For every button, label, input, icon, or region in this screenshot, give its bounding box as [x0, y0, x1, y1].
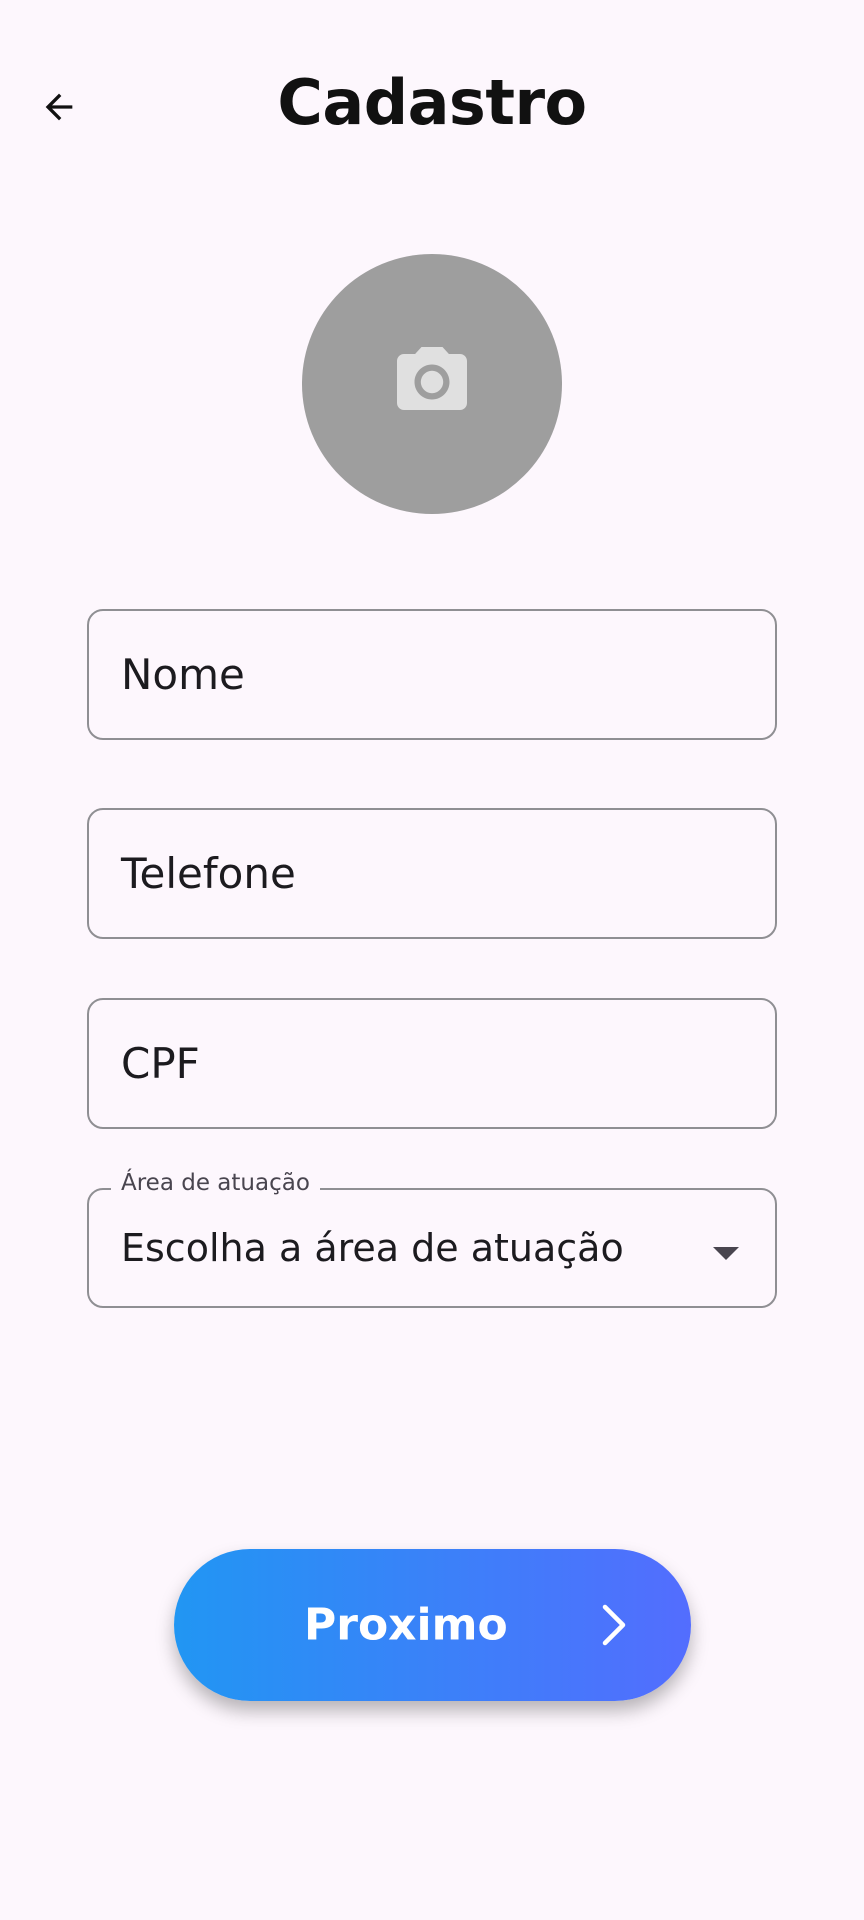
camera-icon — [390, 340, 474, 428]
cpf-field-placeholder: CPF — [121, 1039, 200, 1088]
area-dropdown-value: Escolha a área de atuação — [121, 1226, 624, 1270]
cpf-field[interactable]: CPF — [87, 998, 777, 1129]
area-dropdown-label: Área de atuação — [111, 1170, 320, 1196]
phone-field[interactable]: Telefone — [87, 808, 777, 939]
page-title: Cadastro — [277, 66, 587, 139]
dropdown-arrow-icon — [713, 1226, 739, 1270]
name-field[interactable]: Nome — [87, 609, 777, 740]
next-button-label: Proximo — [304, 1599, 508, 1651]
area-dropdown[interactable]: Área de atuação Escolha a área de atuaçã… — [87, 1170, 777, 1308]
name-field-placeholder: Nome — [121, 650, 245, 699]
avatar-photo-picker[interactable] — [302, 254, 562, 514]
chevron-right-icon — [597, 1603, 631, 1647]
phone-field-placeholder: Telefone — [121, 849, 296, 898]
next-button[interactable]: Proximo — [174, 1549, 691, 1701]
